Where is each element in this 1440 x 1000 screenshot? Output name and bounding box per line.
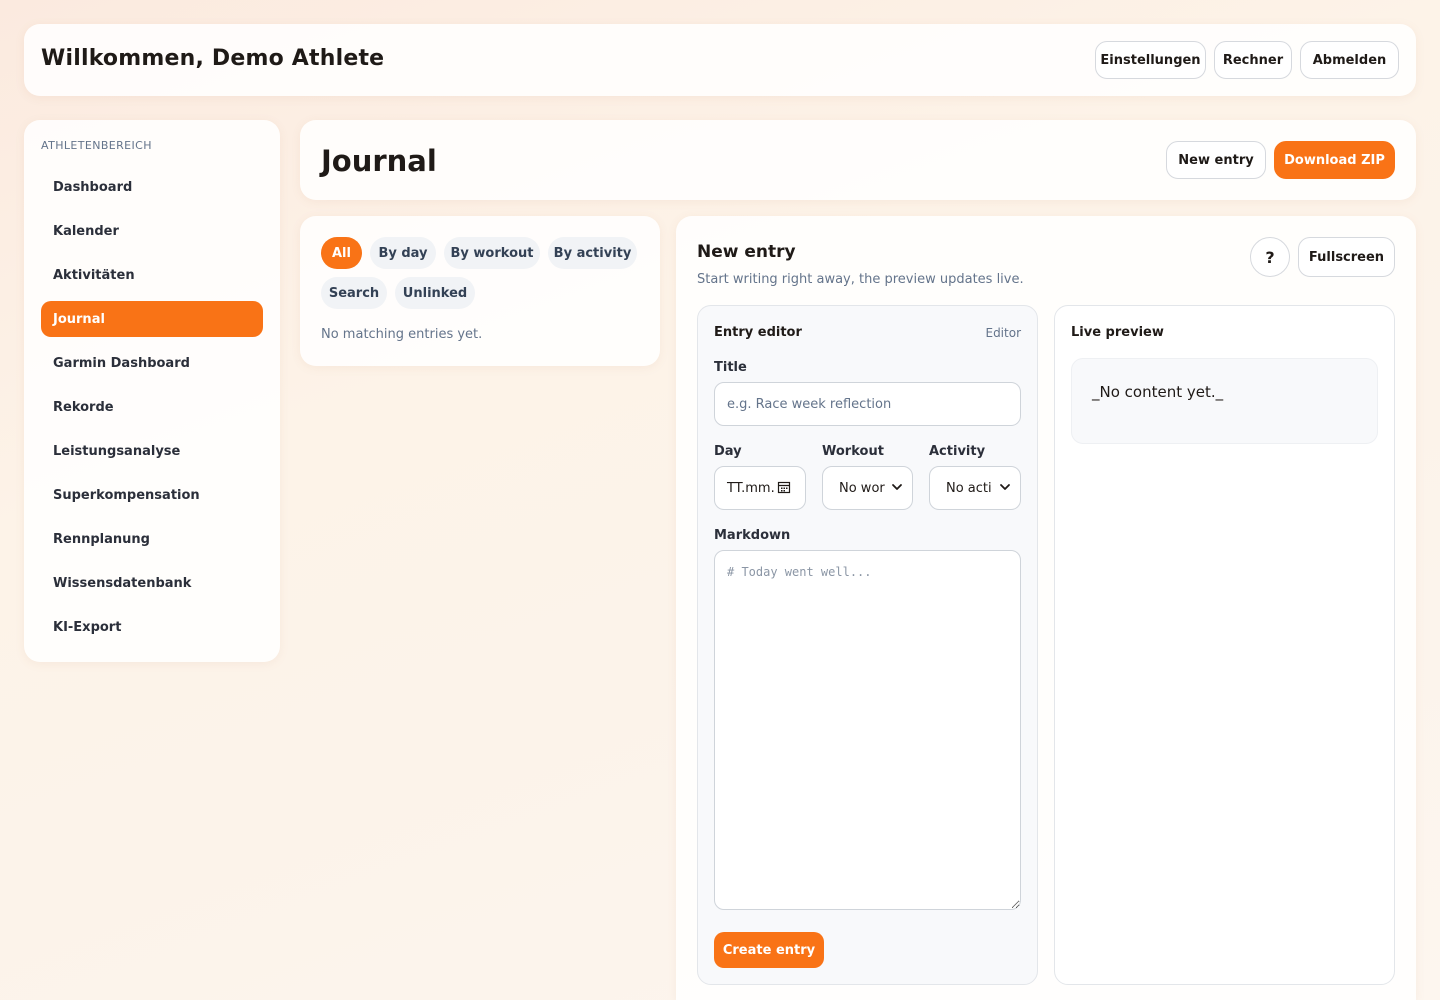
filter-chip-unlinked[interactable]: Unlinked xyxy=(395,277,475,309)
markdown-textarea[interactable] xyxy=(714,550,1021,910)
workout-select-value: No wor xyxy=(839,480,885,496)
entry-editor-panel: Entry editor Editor Title Day Workout Ac… xyxy=(697,305,1038,985)
preview-content: _No content yet._ xyxy=(1071,358,1378,444)
page-title: Journal xyxy=(321,144,437,178)
live-preview-panel: Live preview _No content yet._ xyxy=(1054,305,1395,985)
top-bar: Willkommen, Demo Athlete Einstellungen R… xyxy=(24,24,1416,96)
new-entry-button[interactable]: New entry xyxy=(1166,141,1266,179)
editor-card: New entry Start writing right away, the … xyxy=(676,216,1416,1000)
sidebar-item-kalender[interactable]: Kalender xyxy=(41,213,263,249)
empty-state-text: No matching entries yet. xyxy=(321,327,483,342)
fullscreen-button[interactable]: Fullscreen xyxy=(1298,237,1395,277)
sidebar-item-wissensdatenbank[interactable]: Wissensdatenbank xyxy=(41,565,263,601)
sidebar-item-dashboard[interactable]: Dashboard xyxy=(41,169,263,205)
filter-chip-by-activity[interactable]: By activity xyxy=(548,237,637,269)
filter-chip-by-workout[interactable]: By workout xyxy=(444,237,540,269)
journal-header: Journal New entry Download ZIP xyxy=(300,120,1416,200)
filter-chip-all[interactable]: All xyxy=(321,237,362,269)
workout-label: Workout xyxy=(822,444,884,459)
sidebar-item-leistungsanalyse[interactable]: Leistungsanalyse xyxy=(41,433,263,469)
sidebar-item-superkompensation[interactable]: Superkompensation xyxy=(41,477,263,513)
title-input[interactable] xyxy=(714,382,1021,426)
sidebar-item-aktivitaeten[interactable]: Aktivitäten xyxy=(41,257,263,293)
day-date-input[interactable]: TT.mm. xyxy=(714,466,806,510)
calendar-icon xyxy=(777,481,791,494)
sidebar-item-garmin-dashboard[interactable]: Garmin Dashboard xyxy=(41,345,263,381)
filter-chip-search[interactable]: Search xyxy=(321,277,387,309)
editor-tag: Editor xyxy=(985,326,1021,340)
sidebar-item-ki-export[interactable]: KI-Export xyxy=(41,609,263,645)
calculator-button[interactable]: Rechner xyxy=(1214,41,1292,79)
activity-label: Activity xyxy=(929,444,986,459)
download-zip-button[interactable]: Download ZIP xyxy=(1274,141,1395,179)
title-label: Title xyxy=(714,360,747,375)
sidebar-item-rekorde[interactable]: Rekorde xyxy=(41,389,263,425)
editor-subtitle: Start writing right away, the preview up… xyxy=(697,272,1024,287)
day-label: Day xyxy=(714,444,742,459)
markdown-label: Markdown xyxy=(714,528,791,543)
logout-button[interactable]: Abmelden xyxy=(1300,41,1399,79)
help-button[interactable]: ? xyxy=(1250,237,1290,277)
sidebar-heading: ATHLETENBEREICH xyxy=(41,139,152,152)
sidebar-item-journal[interactable]: Journal xyxy=(41,301,263,337)
activity-select[interactable]: No acti xyxy=(929,466,1021,510)
sidebar: ATHLETENBEREICH Dashboard Kalender Aktiv… xyxy=(24,120,280,662)
live-preview-title: Live preview xyxy=(1071,325,1164,340)
settings-button[interactable]: Einstellungen xyxy=(1095,41,1206,79)
welcome-title: Willkommen, Demo Athlete xyxy=(41,46,385,71)
activity-select-value: No acti xyxy=(946,480,992,496)
chevron-down-icon xyxy=(892,484,902,490)
create-entry-button[interactable]: Create entry xyxy=(714,932,824,968)
chevron-down-icon xyxy=(1000,484,1010,490)
workout-select[interactable]: No wor xyxy=(822,466,913,510)
sidebar-item-rennplanung[interactable]: Rennplanung xyxy=(41,521,263,557)
day-date-placeholder: TT.mm. xyxy=(727,480,775,496)
filter-chip-by-day[interactable]: By day xyxy=(370,237,436,269)
entry-editor-title: Entry editor xyxy=(714,325,802,340)
filter-card: All By day By workout By activity Search… xyxy=(300,216,660,366)
editor-title: New entry xyxy=(697,242,796,262)
